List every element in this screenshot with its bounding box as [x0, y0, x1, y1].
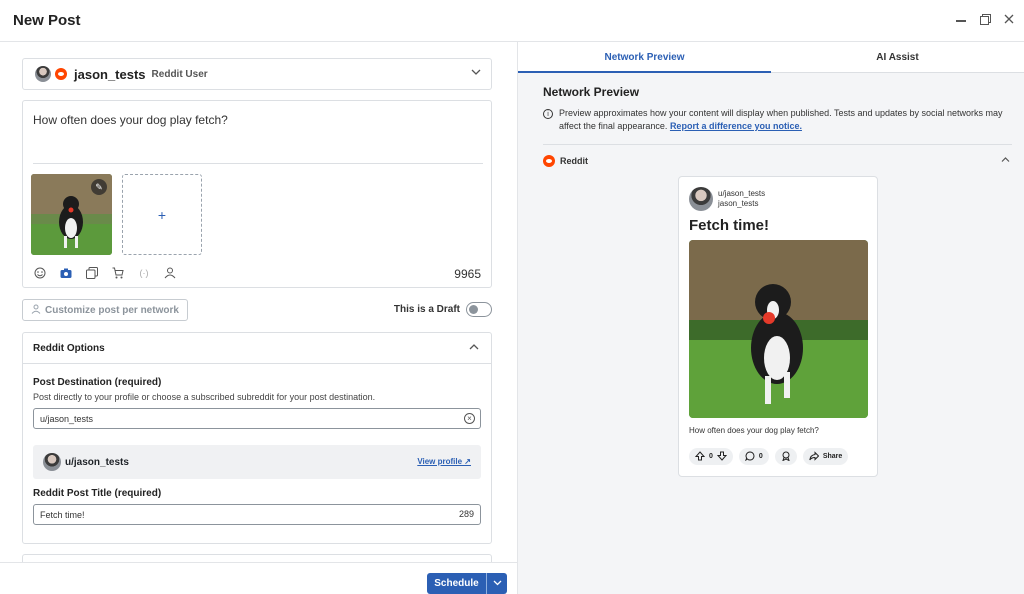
chevron-down-icon[interactable] [471, 67, 481, 80]
destination-label: Post Destination (required) [33, 377, 162, 388]
cart-icon[interactable] [111, 266, 125, 280]
post-title-value: Fetch time! [40, 509, 85, 520]
avatar [43, 453, 61, 471]
post-author: u/jason_tests jason_tests [689, 187, 765, 211]
footer-bar: Schedule [0, 562, 517, 594]
schedule-label: Schedule [434, 578, 479, 589]
next-section [22, 554, 492, 562]
account-name: jason_tests [74, 66, 146, 82]
title-remaining-count: 289 [458, 509, 474, 519]
post-text-input[interactable]: How often does your dog play fetch? [33, 113, 228, 127]
reddit-icon [543, 155, 555, 167]
share-label: Share [822, 453, 843, 460]
avatar [35, 66, 51, 82]
customize-icon [31, 304, 41, 317]
add-media-button[interactable]: + [122, 174, 202, 255]
info-icon: i [543, 109, 553, 119]
upvote-icon[interactable] [694, 450, 706, 463]
gallery-icon[interactable] [85, 266, 99, 280]
report-difference-link[interactable]: Report a difference you notice. [670, 121, 802, 131]
tab-network-preview[interactable]: Network Preview [518, 42, 771, 73]
post-display-name: jason_tests [718, 199, 759, 208]
profile-row: u/jason_tests View profile ↗ [33, 445, 481, 479]
share-button[interactable]: Share [802, 448, 849, 465]
attached-image[interactable]: ✎ [31, 174, 112, 255]
clear-icon[interactable]: × [464, 413, 475, 424]
minimize-icon[interactable] [954, 12, 968, 26]
post-image [689, 240, 868, 418]
post-title-field[interactable]: Fetch time! 289 [33, 504, 481, 525]
camera-icon[interactable] [59, 266, 73, 280]
divider [33, 163, 483, 164]
reddit-options-title: Reddit Options [33, 342, 105, 354]
composer-toolbar: (·) [33, 266, 177, 280]
personalize-icon[interactable] [163, 266, 177, 280]
character-count: 9965 [454, 267, 481, 281]
draft-label: This is a Draft [393, 304, 460, 315]
reddit-options-header[interactable]: Reddit Options [23, 333, 491, 364]
network-name: Reddit [560, 156, 588, 166]
variable-icon[interactable]: (·) [137, 266, 151, 280]
close-icon[interactable] [1002, 12, 1016, 26]
profile-name: u/jason_tests [65, 456, 129, 468]
draft-toggle[interactable] [466, 302, 492, 317]
comment-icon [744, 450, 755, 463]
chevron-down-icon[interactable] [487, 578, 507, 589]
tab-ai-assist[interactable]: AI Assist [771, 42, 1024, 72]
customize-label: Customize post per network [45, 304, 179, 316]
post-body: How often does your dog play fetch? [689, 426, 819, 435]
title-bar: New Post [0, 0, 1024, 42]
emoji-icon[interactable] [33, 266, 47, 280]
account-selector[interactable]: jason_tests Reddit User [22, 58, 492, 90]
composer-pane: jason_tests Reddit User How often does y… [0, 42, 517, 562]
view-profile-link[interactable]: View profile ↗ [417, 457, 471, 466]
downvote-icon[interactable] [716, 451, 728, 463]
vote-control[interactable]: 0 [689, 448, 733, 465]
post-title: Fetch time! [689, 217, 770, 234]
destination-field[interactable]: u/jason_tests × [33, 408, 481, 429]
reddit-post-preview: u/jason_tests jason_tests Fetch time! Ho… [678, 176, 878, 477]
customize-per-network-button[interactable]: Customize post per network [22, 299, 188, 321]
preview-info: i Preview approximates how your content … [543, 107, 1013, 133]
award-icon [781, 451, 791, 463]
maximize-icon[interactable] [978, 12, 992, 26]
window-title: New Post [13, 12, 81, 29]
post-username: u/jason_tests [718, 189, 766, 198]
divider [543, 144, 1012, 145]
share-icon [809, 450, 820, 463]
pencil-icon[interactable]: ✎ [91, 179, 107, 195]
preview-heading: Network Preview [543, 85, 640, 99]
comments-button[interactable]: 0 [738, 448, 769, 465]
reddit-options-panel: Reddit Options Post Destination (require… [22, 332, 492, 544]
award-button[interactable] [774, 448, 797, 465]
draft-control: This is a Draft [394, 302, 492, 317]
destination-help: Post directly to your profile or choose … [33, 392, 376, 402]
account-type: Reddit User [151, 68, 208, 80]
post-title-label: Reddit Post Title (required) [33, 488, 162, 499]
schedule-button[interactable]: Schedule [427, 573, 507, 594]
comment-count: 0 [758, 453, 763, 460]
avatar [689, 187, 713, 211]
chevron-up-icon[interactable] [469, 342, 479, 355]
vote-count: 0 [709, 453, 713, 460]
window-controls [954, 12, 1016, 26]
post-actions: 0 0 Share [689, 448, 849, 465]
chevron-up-icon[interactable] [1001, 155, 1010, 166]
reddit-icon [55, 68, 67, 80]
post-composer: How often does your dog play fetch? ✎ + … [22, 100, 492, 288]
preview-info-text: Preview approximates how your content wi… [559, 108, 1003, 131]
destination-value: u/jason_tests [40, 413, 94, 424]
preview-pane: Network Preview AI Assist Network Previe… [517, 42, 1024, 594]
preview-tabs: Network Preview AI Assist [518, 42, 1024, 73]
network-section-header[interactable]: Reddit [543, 154, 1012, 168]
